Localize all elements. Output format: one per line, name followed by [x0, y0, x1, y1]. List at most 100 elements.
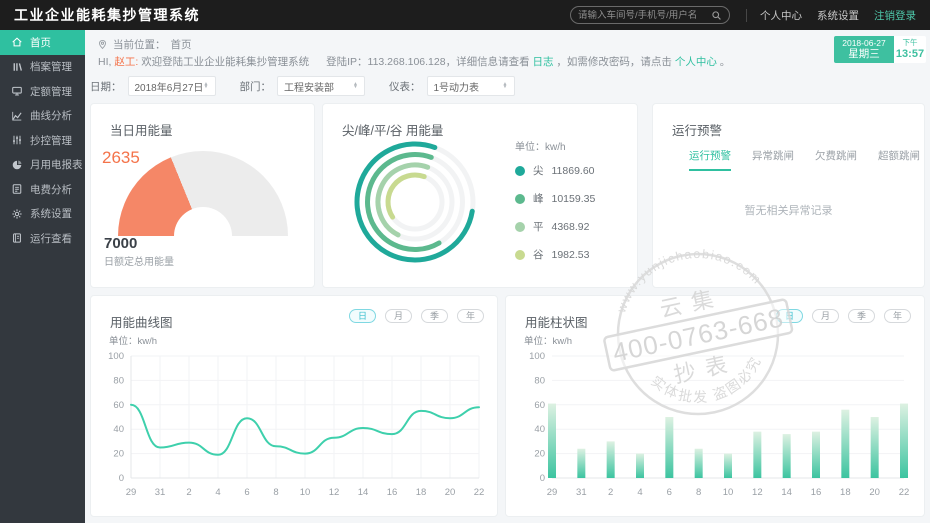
date-filter-group: 日期： 2018年6月27日 ▲ ▼: [90, 76, 216, 96]
meter-filter-group: 仪表： 1号动力表 ▲ ▼: [389, 76, 515, 96]
sliders-icon: [11, 134, 23, 146]
svg-text:4: 4: [215, 487, 220, 498]
topbar-divider: [746, 8, 747, 22]
svg-text:60: 60: [534, 400, 545, 411]
welcome-mid: ，如需修改密码，请点击: [556, 56, 672, 68]
welcome-hi: HI,: [98, 56, 115, 68]
svg-text:31: 31: [576, 487, 587, 498]
date-filter-label: 日期：: [90, 80, 122, 93]
report-icon: [11, 183, 23, 195]
sidebar-menu: 首页档案管理定额管理曲线分析 抄控管理 月用电报表电费分析系统设置运行查看: [0, 30, 85, 251]
dept-filter-select[interactable]: 工程安装部 ▲ ▼: [277, 76, 365, 96]
sidebar-item-label: 首页: [30, 36, 51, 49]
svg-text:100: 100: [108, 351, 124, 362]
log-link[interactable]: 日志: [533, 56, 554, 68]
sidebar-item-3[interactable]: 曲线分析: [0, 104, 85, 129]
legend-value: 1982.53: [551, 248, 590, 261]
svg-text:8: 8: [273, 487, 278, 498]
bar-unit-label: 单位：kw/h: [524, 336, 573, 347]
breadcrumb: 当前位置： 首页: [97, 37, 192, 52]
svg-text:20: 20: [113, 449, 124, 460]
line-period-1[interactable]: 月: [385, 309, 412, 323]
legend-dot: [515, 193, 525, 204]
welcome-text: 欢迎登陆工业企业能耗集抄管理系统: [141, 56, 310, 68]
pie-icon: [11, 159, 23, 171]
svg-text:29: 29: [126, 487, 137, 498]
breadcrumb-current: 首页: [170, 39, 192, 51]
alarm-tab-0[interactable]: 运行预警: [689, 148, 731, 171]
bar-chart: 0 20 40 60 80 100 29 31 2 4 6 8 10 12 14 16 18 20 22: [529, 351, 909, 498]
line-chart-card: 用能曲线图 日月季年 单位：kw/h 0 20 40 60 80 100 29 31 2 4 6 8 1…: [90, 295, 498, 517]
topbar-link-1[interactable]: 系统设置: [817, 8, 859, 23]
search-box[interactable]: [570, 6, 730, 24]
svg-text:4: 4: [637, 487, 642, 498]
topbar-link-0[interactable]: 个人中心: [760, 8, 802, 23]
sidebar-item-label: 系统设置: [30, 208, 72, 221]
svg-text:16: 16: [811, 487, 822, 498]
archive-icon: [11, 61, 23, 73]
legend-item-0: 尖 11869.60: [515, 161, 595, 180]
line-period-2[interactable]: 季: [421, 309, 448, 323]
sidebar-item-2[interactable]: 定额管理: [0, 79, 85, 104]
svg-text:6: 6: [244, 487, 249, 498]
legend-dot: [515, 221, 525, 232]
alarm-tab-1[interactable]: 异常跳闸: [752, 148, 794, 171]
svg-text:31: 31: [155, 487, 166, 498]
app-title: 工业企业能耗集抄管理系统: [14, 7, 200, 23]
svg-text:20: 20: [869, 487, 880, 498]
clock-time-box: 下午 13:57: [894, 36, 926, 63]
svg-text:40: 40: [534, 424, 545, 435]
personal-center-link[interactable]: 个人中心: [675, 56, 717, 68]
gauge-value: 2635: [102, 148, 140, 167]
line-period-0[interactable]: 日: [349, 309, 376, 323]
alarm-card: 运行预警 运行预警 异常跳闸 欠费跳闸 超额跳闸 暂无相关异常记录: [652, 103, 925, 288]
gear-icon: [11, 208, 23, 220]
search-icon[interactable]: [711, 10, 722, 21]
bar-period-0[interactable]: 日: [776, 309, 803, 323]
topbar-link-2[interactable]: 注销登录: [874, 8, 916, 23]
topbar: 工业企业能耗集抄管理系统 个人中心系统设置注销登录: [0, 0, 930, 30]
welcome-message: HI, 赵工: 欢迎登陆工业企业能耗集抄管理系统 登陆IP：113.268.10…: [98, 54, 730, 69]
line-chart: 0 20 40 60 80 100 29 31 2 4 6 8 10 12 14 16 18 20 22: [108, 351, 484, 498]
sidebar-item-8[interactable]: 运行查看: [0, 226, 85, 251]
clock-weekday: 星期三: [848, 48, 880, 61]
bar-period-1[interactable]: 月: [812, 309, 839, 323]
welcome-end: 。: [719, 56, 731, 68]
svg-text:0: 0: [119, 473, 124, 484]
gauge-chart: [118, 151, 288, 236]
app-window: 工业企业能耗集抄管理系统 个人中心系统设置注销登录 首页档案管理定额管理曲线分析…: [0, 0, 930, 523]
meter-filter-select[interactable]: 1号动力表 ▲ ▼: [426, 76, 515, 96]
bar-period-3[interactable]: 年: [884, 309, 911, 323]
line-unit-label: 单位：kw/h: [109, 336, 158, 347]
line-period-3[interactable]: 年: [457, 309, 484, 323]
sidebar-item-label: 运行查看: [30, 232, 72, 245]
svg-text:80: 80: [534, 375, 545, 386]
log-icon: [11, 232, 23, 244]
sidebar-item-0[interactable]: 首页: [0, 30, 85, 55]
bar-period-2[interactable]: 季: [848, 309, 875, 323]
sidebar-item-label: 档案管理: [30, 61, 72, 74]
select-arrows-icon: ▲ ▼: [502, 81, 508, 90]
gauge-card-title: 当日用能量: [110, 124, 173, 138]
sidebar-item-label: 电费分析: [30, 183, 72, 196]
sidebar-item-6[interactable]: 电费分析: [0, 177, 85, 202]
sidebar-item-5[interactable]: 月用电报表: [0, 153, 85, 178]
sidebar-item-4[interactable]: 抄控管理: [0, 128, 85, 153]
sidebar-item-7[interactable]: 系统设置: [0, 202, 85, 227]
gauge-quota-label: 日额定总用能量: [104, 257, 174, 268]
filters-row: 日期： 2018年6月27日 ▲ ▼ 部门： 工程安装部 ▲ ▼ 仪表： 1号动力表 ▲ ▼: [90, 76, 539, 96]
curve-icon: [11, 110, 23, 122]
svg-text:14: 14: [781, 487, 792, 498]
select-arrows-icon: ▲ ▼: [203, 81, 209, 90]
alarm-tab-2[interactable]: 欠费跳闸: [815, 148, 857, 171]
clock-date-box: 2018-06-27 星期三: [834, 36, 894, 63]
sidebar-item-label: 定额管理: [30, 85, 72, 98]
legend-name: 峰: [533, 193, 544, 205]
svg-text:8: 8: [696, 487, 701, 498]
date-filter-select[interactable]: 2018年6月27日 ▲ ▼: [127, 76, 216, 96]
sidebar-item-1[interactable]: 档案管理: [0, 55, 85, 80]
clock-date: 2018-06-27: [842, 37, 886, 48]
alarm-tab-3[interactable]: 超额跳闸: [878, 148, 920, 171]
clock-badge: 2018-06-27 星期三 下午 13:57: [834, 36, 926, 63]
search-input[interactable]: [578, 9, 711, 21]
